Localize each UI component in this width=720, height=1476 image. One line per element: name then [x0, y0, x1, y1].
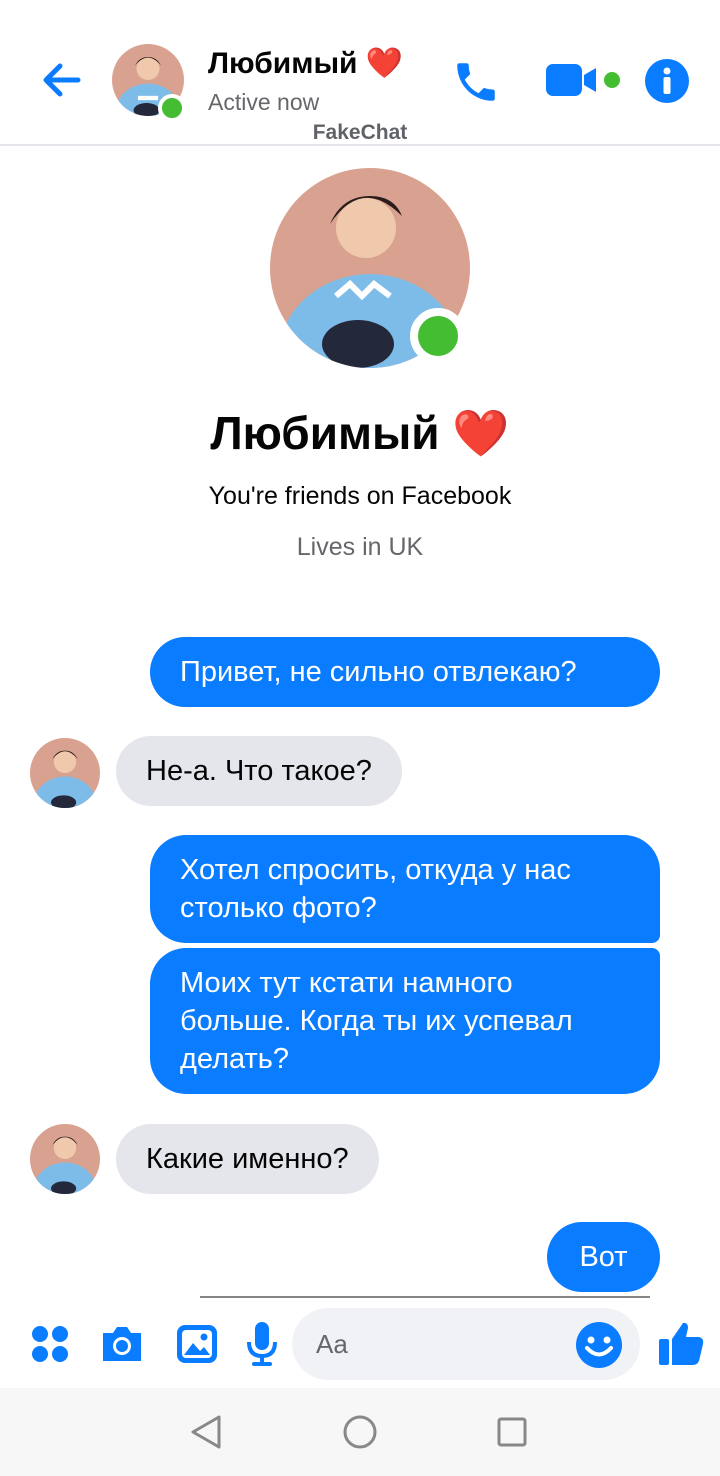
video-camera-icon: [546, 64, 620, 96]
gallery-button[interactable]: [174, 1322, 220, 1366]
message-bubble-incoming[interactable]: Не-а. Что такое?: [116, 736, 402, 806]
location-text: Lives in UK: [296, 533, 424, 561]
emoji-button[interactable]: [574, 1320, 624, 1370]
microphone-icon: [247, 1322, 277, 1366]
header-online-indicator: [158, 94, 186, 122]
message-bubble-incoming[interactable]: Какие именно?: [116, 1124, 379, 1194]
square-recents-icon: [497, 1417, 527, 1447]
message-avatar[interactable]: [30, 738, 100, 808]
nav-home-button[interactable]: [336, 1408, 384, 1456]
message-bubble-outgoing[interactable]: Моих тут кстати намного больше. Когда ты…: [150, 948, 660, 1094]
nav-recents-button[interactable]: [488, 1408, 536, 1456]
contact-name[interactable]: Любимый ❤️: [208, 46, 403, 81]
info-icon: [645, 59, 689, 103]
phone-icon: [457, 63, 495, 101]
voice-button[interactable]: [244, 1320, 280, 1368]
camera-button[interactable]: [98, 1322, 146, 1366]
message-input[interactable]: Aa: [292, 1308, 640, 1380]
video-call-button[interactable]: [544, 58, 626, 102]
friendship-text: You're friends on Facebook: [208, 482, 512, 510]
message-input-placeholder: Aa: [316, 1329, 348, 1359]
back-button[interactable]: [36, 56, 88, 104]
thumbs-up-icon: [659, 1322, 704, 1365]
image-icon: [177, 1325, 217, 1363]
circle-home-icon: [343, 1415, 377, 1449]
image-edge-divider: [200, 1296, 650, 1298]
message-avatar[interactable]: [30, 1124, 100, 1194]
contact-status: Active now: [208, 89, 320, 115]
message-bubble-outgoing[interactable]: Привет, не сильно отвлекаю?: [150, 637, 660, 707]
smiley-icon: [576, 1322, 622, 1368]
call-button[interactable]: [448, 54, 504, 110]
profile-online-indicator: [410, 308, 466, 364]
profile-name: Любимый ❤️: [210, 407, 510, 459]
system-navigation-bar: [0, 1388, 720, 1476]
grid-icon: [32, 1326, 68, 1362]
like-button[interactable]: [656, 1318, 706, 1368]
watermark: FakeChat: [312, 121, 408, 144]
nav-back-button[interactable]: [182, 1408, 230, 1456]
info-button[interactable]: [644, 58, 690, 104]
arrow-left-icon: [43, 63, 81, 97]
message-bubble-outgoing[interactable]: Вот: [547, 1222, 660, 1292]
triangle-back-icon: [191, 1415, 221, 1449]
message-bubble-outgoing[interactable]: Хотел спросить, откуда у нас столько фот…: [150, 835, 660, 943]
camera-icon: [103, 1327, 141, 1361]
apps-button[interactable]: [28, 1322, 72, 1366]
